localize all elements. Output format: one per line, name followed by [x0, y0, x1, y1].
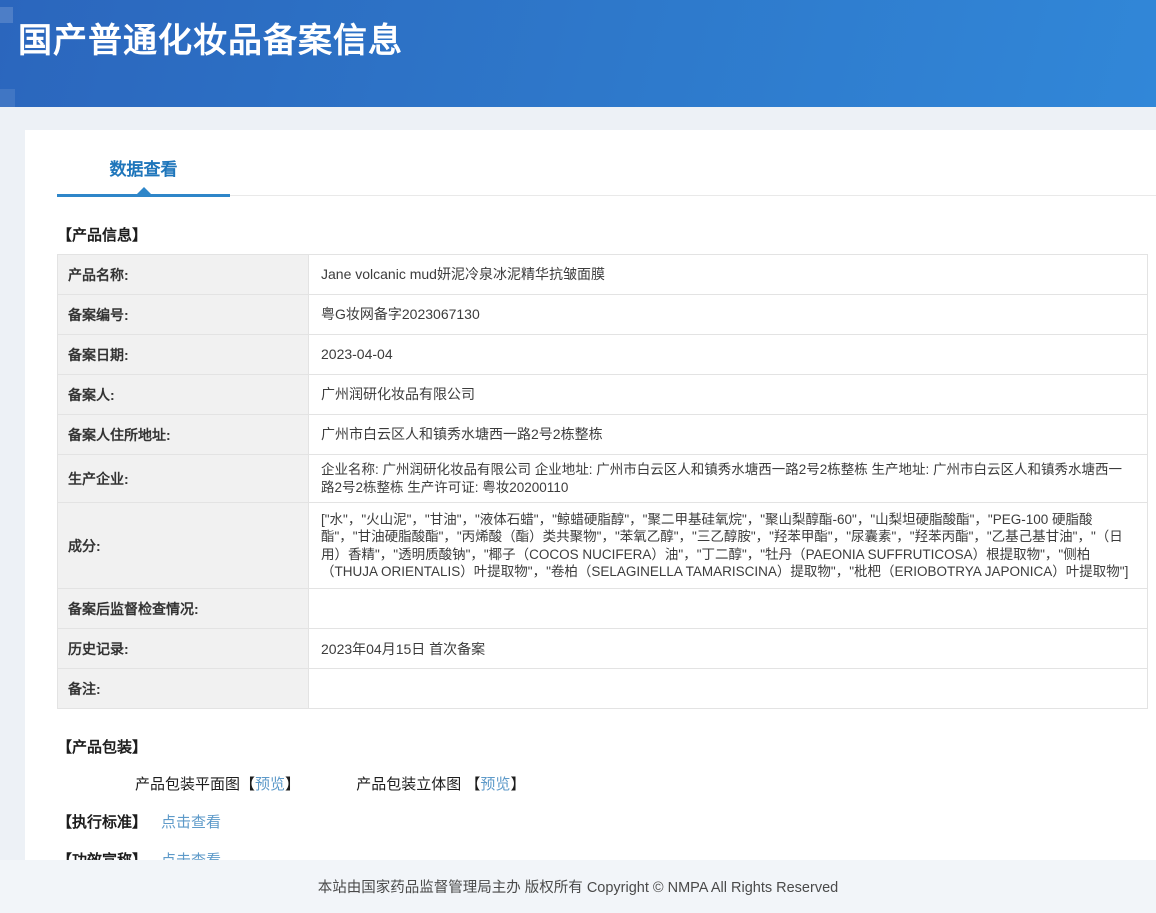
efficacy-row: 【功效宣称】 点击查看: [57, 849, 1156, 860]
page-banner: 国产普通化妆品备案信息: [0, 0, 1156, 107]
row-record-date: 备案日期: 2023-04-04: [58, 335, 1148, 375]
row-value: [309, 589, 1148, 629]
banner-decoration-square: [0, 7, 13, 23]
stereo-image-preview-link[interactable]: 预览: [480, 776, 510, 793]
packaging-stereo-image-item: 产品包装立体图 【预览】: [356, 776, 525, 793]
tab-data-view[interactable]: 数据查看: [57, 155, 230, 197]
row-value: 广州润研化妆品有限公司: [309, 375, 1148, 415]
flat-image-preview-link[interactable]: 预览: [255, 776, 285, 793]
packaging-preview-row: 产品包装平面图【预览】 产品包装立体图 【预览】: [135, 773, 1156, 794]
page-footer: 本站由国家药品监督管理局主办 版权所有 Copyright © NMPA All…: [0, 860, 1156, 913]
row-label: 备案人:: [58, 375, 309, 415]
row-label: 产品名称:: [58, 255, 309, 295]
efficacy-label: 【功效宣称】: [57, 852, 147, 860]
row-remarks: 备注:: [58, 669, 1148, 709]
row-ingredients: 成分: ["水"，"火山泥"，"甘油"，"液体石蜡"，"鲸蜡硬脂醇"，"聚二甲基…: [58, 503, 1148, 589]
efficacy-view-link[interactable]: 点击查看: [161, 852, 221, 860]
row-history: 历史记录: 2023年04月15日 首次备案: [58, 629, 1148, 669]
packaging-flat-image-label: 产品包装平面图: [135, 776, 240, 793]
row-value: Jane volcanic mud妍泥冷泉冰泥精华抗皱面膜: [309, 255, 1148, 295]
row-product-name: 产品名称: Jane volcanic mud妍泥冷泉冰泥精华抗皱面膜: [58, 255, 1148, 295]
product-packaging-section-title: 【产品包装】: [57, 736, 1156, 757]
bracket-open: 【: [465, 776, 480, 793]
row-label: 成分:: [58, 503, 309, 589]
row-label: 备案日期:: [58, 335, 309, 375]
standards-view-link[interactable]: 点击查看: [161, 814, 221, 831]
bracket-close: 】: [510, 776, 525, 793]
row-record-number: 备案编号: 粤G妆网备字2023067130: [58, 295, 1148, 335]
row-label: 历史记录:: [58, 629, 309, 669]
tab-data-view-label: 数据查看: [110, 160, 178, 179]
page-title: 国产普通化妆品备案信息: [0, 0, 1156, 62]
standards-row: 【执行标准】点击查看: [57, 811, 1156, 832]
packaging-stereo-image-label: 产品包装立体图: [356, 776, 465, 793]
standards-label: 【执行标准】: [57, 814, 147, 831]
product-info-section-title: 【产品信息】: [57, 224, 1156, 245]
product-info-table: 产品名称: Jane volcanic mud妍泥冷泉冰泥精华抗皱面膜 备案编号…: [57, 254, 1148, 709]
row-label: 备案后监督检查情况:: [58, 589, 309, 629]
content-card: 数据查看 【产品信息】 产品名称: Jane volcanic mud妍泥冷泉冰…: [25, 130, 1156, 860]
row-label: 备注:: [58, 669, 309, 709]
row-label: 备案编号:: [58, 295, 309, 335]
row-manufacturer: 生产企业: 企业名称: 广州润研化妆品有限公司 企业地址: 广州市白云区人和镇秀…: [58, 455, 1148, 503]
row-value: 广州市白云区人和镇秀水塘西一路2号2栋整栋: [309, 415, 1148, 455]
banner-decoration-square: [0, 89, 15, 107]
copyright-text: 本站由国家药品监督管理局主办 版权所有 Copyright © NMPA All…: [318, 876, 838, 897]
row-value: 2023-04-04: [309, 335, 1148, 375]
row-registrant-address: 备案人住所地址: 广州市白云区人和镇秀水塘西一路2号2栋整栋: [58, 415, 1148, 455]
row-registrant: 备案人: 广州润研化妆品有限公司: [58, 375, 1148, 415]
row-supervision-check: 备案后监督检查情况:: [58, 589, 1148, 629]
packaging-flat-image-item: 产品包装平面图【预览】: [135, 776, 304, 793]
tab-bar: 数据查看: [57, 155, 1156, 197]
bracket-open: 【: [240, 776, 255, 793]
bracket-close: 】: [285, 776, 300, 793]
row-value: 企业名称: 广州润研化妆品有限公司 企业地址: 广州市白云区人和镇秀水塘西一路2…: [309, 455, 1148, 503]
tab-active-indicator: [57, 194, 230, 197]
tab-active-arrow-icon: [137, 187, 151, 194]
row-label: 备案人住所地址:: [58, 415, 309, 455]
row-value: ["水"，"火山泥"，"甘油"，"液体石蜡"，"鲸蜡硬脂醇"，"聚二甲基硅氧烷"…: [309, 503, 1148, 589]
row-value: 2023年04月15日 首次备案: [309, 629, 1148, 669]
row-label: 生产企业:: [58, 455, 309, 503]
row-value: 粤G妆网备字2023067130: [309, 295, 1148, 335]
row-value: [309, 669, 1148, 709]
